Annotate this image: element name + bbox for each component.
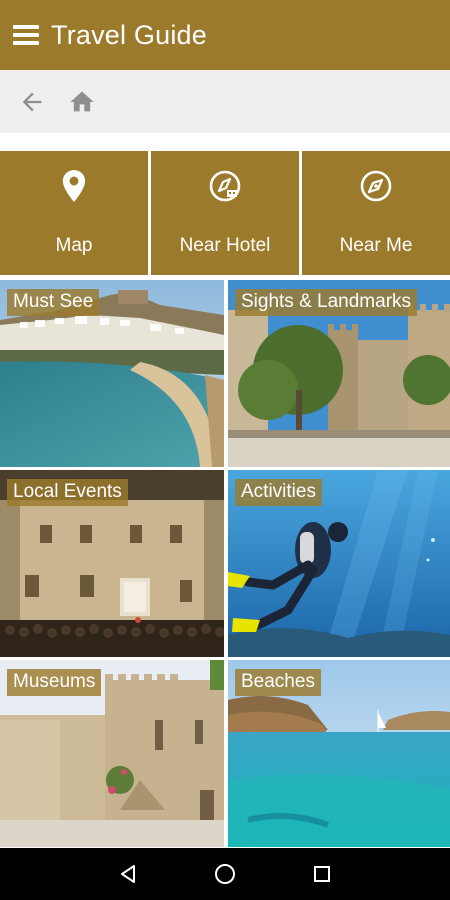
circle-home-icon[interactable] — [205, 854, 245, 894]
near-hotel-button[interactable]: Near Hotel — [151, 151, 299, 275]
category-label: Museums — [7, 669, 102, 696]
hotel-compass-icon — [208, 169, 242, 203]
near-me-button[interactable]: Near Me — [302, 151, 450, 275]
category-label: Sights & Landmarks — [235, 289, 418, 316]
category-label: Local Events — [7, 479, 128, 506]
category-label: Activities — [235, 479, 322, 506]
category-card-must-see[interactable]: Must See — [0, 280, 224, 467]
category-card-local-events[interactable]: Local Events — [0, 470, 224, 657]
category-grid: Must See Sights & Landmarks Local Events… — [0, 280, 450, 847]
menu-icon[interactable] — [13, 24, 39, 46]
map-pin-icon — [61, 169, 87, 203]
category-label: Must See — [7, 289, 100, 316]
compass-icon — [359, 169, 393, 203]
home-icon[interactable] — [67, 87, 97, 117]
category-card-beaches[interactable]: Beaches — [228, 660, 450, 847]
nav-bar — [0, 70, 450, 133]
quick-actions: Map Near Hotel Near Me — [0, 151, 450, 275]
triangle-back-icon[interactable] — [108, 854, 148, 894]
category-card-museums[interactable]: Museums — [0, 660, 224, 847]
square-recents-icon[interactable] — [302, 854, 342, 894]
app-bar: Travel Guide — [0, 0, 450, 70]
system-nav-bar — [0, 848, 450, 900]
near-hotel-label: Near Hotel — [179, 235, 271, 256]
app-title: Travel Guide — [51, 19, 207, 50]
arrow-back-icon[interactable] — [17, 87, 47, 117]
category-card-activities[interactable]: Activities — [228, 470, 450, 657]
category-label: Beaches — [235, 669, 321, 696]
map-button[interactable]: Map — [0, 151, 148, 275]
near-me-label: Near Me — [339, 235, 413, 256]
map-label: Map — [55, 235, 93, 256]
category-card-sights-landmarks[interactable]: Sights & Landmarks — [228, 280, 450, 467]
